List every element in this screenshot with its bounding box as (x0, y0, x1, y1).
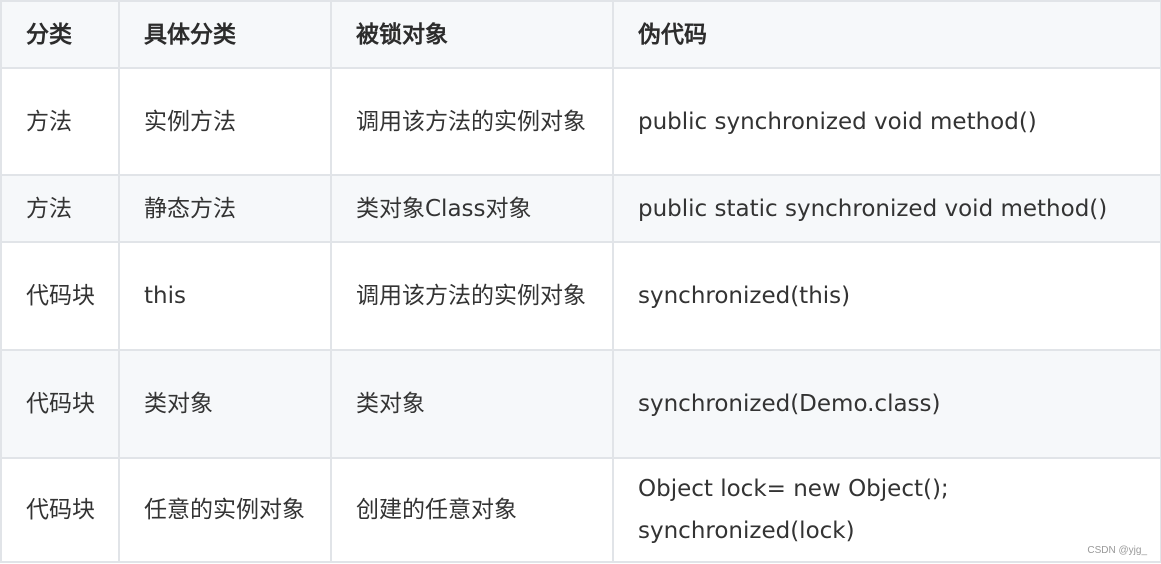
cell-subcategory: this (118, 241, 332, 351)
cell-pseudocode: synchronized(Demo.class) (612, 349, 1161, 459)
table-row: 代码块 类对象 类对象 synchronized(Demo.class) (0, 349, 1161, 459)
code-line: Object lock= new Object(); (638, 476, 949, 502)
cell-category: 代码块 (0, 241, 120, 351)
cell-locked-object: 调用该方法的实例对象 (330, 67, 614, 176)
watermark: CSDN @yjg_ (1087, 545, 1147, 556)
cell-category: 代码块 (0, 457, 120, 563)
cell-locked-object: 创建的任意对象 (330, 457, 614, 563)
cell-subcategory: 类对象 (118, 349, 332, 459)
code-line: public static synchronized void method() (638, 195, 1108, 222)
table-row: 代码块 任意的实例对象 创建的任意对象 Object lock= new Obj… (0, 457, 1161, 563)
cell-locked-object: 调用该方法的实例对象 (330, 241, 614, 351)
cell-subcategory: 实例方法 (118, 67, 332, 176)
cell-pseudocode: synchronized(this) (612, 241, 1161, 351)
cell-category: 方法 (0, 174, 120, 243)
cell-pseudocode: public synchronized void method() (612, 67, 1161, 176)
header-pseudocode: 伪代码 (612, 0, 1161, 69)
cell-category: 代码块 (0, 349, 120, 459)
table-header-row: 分类 具体分类 被锁对象 伪代码 (0, 0, 1161, 69)
cell-subcategory: 静态方法 (118, 174, 332, 243)
cell-subcategory: 任意的实例对象 (118, 457, 332, 563)
code-line: public synchronized void method() (638, 108, 1037, 135)
synchronized-lock-table: 分类 具体分类 被锁对象 伪代码 方法 实例方法 调用该方法的实例对象 publ… (0, 0, 1161, 563)
table-row: 方法 静态方法 类对象Class对象 public static synchro… (0, 174, 1161, 243)
code-line: synchronized(this) (638, 283, 851, 309)
table-row: 方法 实例方法 调用该方法的实例对象 public synchronized v… (0, 67, 1161, 176)
code-line: synchronized(Demo.class) (638, 391, 941, 417)
cell-locked-object: 类对象 (330, 349, 614, 459)
cell-category: 方法 (0, 67, 120, 176)
header-locked-object: 被锁对象 (330, 0, 614, 69)
cell-locked-object: 类对象Class对象 (330, 174, 614, 243)
header-category: 分类 (0, 0, 120, 69)
code-line: synchronized(lock) (638, 518, 855, 544)
table-row: 代码块 this 调用该方法的实例对象 synchronized(this) (0, 241, 1161, 351)
header-subcategory: 具体分类 (118, 0, 332, 69)
cell-pseudocode: public static synchronized void method() (612, 174, 1161, 243)
cell-pseudocode: Object lock= new Object(); synchronized(… (612, 457, 1161, 563)
